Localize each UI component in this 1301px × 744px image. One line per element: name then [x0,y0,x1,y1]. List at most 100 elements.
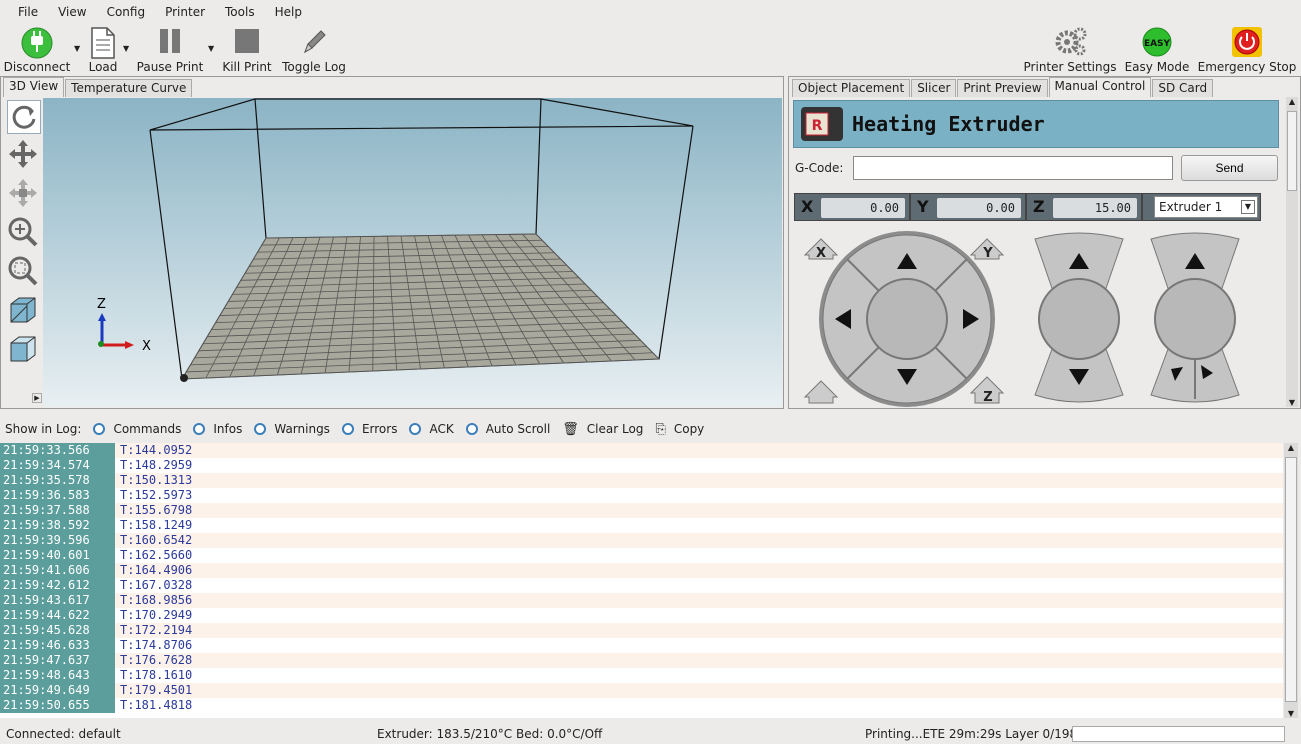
home-y-button[interactable]: Y [969,238,1005,261]
ack-radio[interactable] [409,423,422,435]
scroll-down-icon[interactable]: ▼ [1286,398,1298,407]
zoom-button[interactable] [7,216,41,250]
log-row[interactable]: 21:59:40.601 T:162.5660 [0,548,1283,563]
top-view-button[interactable] [7,294,41,328]
log-row[interactable]: 21:59:43.617 T:168.9856 [0,593,1283,608]
scroll-thumb[interactable] [1287,111,1297,191]
log-timestamp: 21:59:41.606 [0,563,115,578]
log-row[interactable]: 21:59:42.612 T:167.0328 [0,578,1283,593]
filter-commands[interactable]: Commands [93,422,181,436]
pause-dropdown-icon[interactable]: ▼ [208,44,214,53]
toggle-log-button[interactable]: Toggle Log [282,26,346,74]
x-value[interactable]: 0.00 [821,198,905,218]
menu-printer[interactable]: Printer [155,5,215,19]
y-label: Y [917,197,929,216]
clear-log-button[interactable]: 🗑 Clear Log [562,422,643,437]
zoom-fit-icon [8,256,38,286]
extruder-select[interactable]: Extruder 1 ▼ [1154,196,1258,218]
tab-object-placement[interactable]: Object Placement [792,79,911,97]
tab-3d-view[interactable]: 3D View [3,77,65,97]
build-volume-canvas[interactable]: Z X [43,98,782,407]
log-row[interactable]: 21:59:36.583 T:152.5973 [0,488,1283,503]
menu-config[interactable]: Config [97,5,156,19]
svg-text:Z: Z [983,390,992,405]
gcode-input[interactable] [853,156,1173,180]
log-row[interactable]: 21:59:41.606 T:164.4906 [0,563,1283,578]
xy-jog-pad[interactable] [819,231,995,407]
log-message: T:164.4906 [120,563,193,577]
move-object-icon [9,179,37,207]
home-x-button[interactable]: X [803,238,839,261]
menu-view[interactable]: View [48,5,96,19]
tab-temperature-curve[interactable]: Temperature Curve [65,79,193,97]
tab-manual-control[interactable]: Manual Control [1048,77,1152,97]
fit-view-button[interactable] [7,255,41,289]
log-row[interactable]: 21:59:46.633 T:174.8706 [0,638,1283,653]
log-row[interactable]: 21:59:37.588 T:155.6798 [0,503,1283,518]
log-timestamp: 21:59:40.601 [0,548,115,563]
emergency-stop-button[interactable]: Emergency Stop [1198,26,1296,74]
z-value[interactable]: 15.00 [1053,198,1137,218]
copy-button[interactable]: ⎘ Copy [655,422,704,437]
move-object-button[interactable] [7,177,41,211]
log-row[interactable]: 21:59:35.578 T:150.1313 [0,473,1283,488]
commands-radio[interactable] [93,423,106,435]
y-value[interactable]: 0.00 [937,198,1021,218]
z-label: Z [1033,197,1045,216]
log-row[interactable]: 21:59:50.655 T:181.4818 [0,698,1283,713]
log-row[interactable]: 21:59:45.628 T:172.2194 [0,623,1283,638]
auto-scroll-toggle[interactable]: Auto Scroll [465,422,550,436]
log-row[interactable]: 21:59:47.637 T:176.7628 [0,653,1283,668]
menu-tools[interactable]: Tools [215,5,265,19]
home-z-button[interactable]: Z [969,376,1005,405]
disconnect-dropdown-icon[interactable]: ▼ [74,44,80,53]
easy-mode-button[interactable]: EASY Easy Mode [1125,26,1189,74]
errors-radio[interactable] [341,423,354,435]
tab-sd-card[interactable]: SD Card [1152,79,1214,97]
log-scrollbar[interactable]: ▲ ▼ [1284,443,1298,718]
printer-settings-button[interactable]: Printer Settings [1024,26,1116,74]
tab-print-preview[interactable]: Print Preview [957,79,1048,97]
move-view-button[interactable] [7,138,41,172]
load-dropdown-icon[interactable]: ▼ [123,44,129,53]
infos-radio[interactable] [193,423,206,435]
log-row[interactable]: 21:59:38.592 T:158.1249 [0,518,1283,533]
home-all-button[interactable] [803,380,839,404]
load-button[interactable]: Load [86,26,120,74]
kill-print-button[interactable]: Kill Print [222,26,272,74]
scroll-up-icon[interactable]: ▲ [1286,97,1298,106]
filter-ack[interactable]: ACK [409,422,454,436]
disconnect-button[interactable]: Disconnect [4,26,70,74]
log-row[interactable]: 21:59:33.566 T:144.0952 [0,443,1283,458]
log-row[interactable]: 21:59:49.649 T:179.4501 [0,683,1283,698]
z-jog-control[interactable] [1034,232,1124,403]
extruder-jog-control[interactable] [1150,232,1240,403]
log-row[interactable]: 21:59:39.596 T:160.6542 [0,533,1283,548]
menu-file[interactable]: File [8,5,48,19]
expand-toolbar-icon[interactable]: ▶ [32,393,42,403]
log-scroll-down-icon[interactable]: ▼ [1284,709,1298,718]
svg-text:R: R [812,118,823,134]
tab-slicer[interactable]: Slicer [911,79,957,97]
send-button[interactable]: Send [1181,155,1278,181]
control-scrollbar[interactable]: ▲ ▼ [1286,97,1298,407]
3d-viewport[interactable]: Z X [43,98,782,407]
auto-scroll-radio[interactable] [465,423,478,435]
filter-infos[interactable]: Infos [193,422,242,436]
log-row[interactable]: 21:59:34.574 T:148.2959 [0,458,1283,473]
pause-print-button[interactable]: Pause Print [137,26,203,74]
front-view-button[interactable] [7,333,41,367]
log-row[interactable]: 21:59:44.622 T:170.2949 [0,608,1283,623]
filter-errors[interactable]: Errors [341,422,397,436]
rotate-view-button[interactable] [7,100,41,134]
log-scroll-up-icon[interactable]: ▲ [1284,443,1298,452]
log-scroll-thumb[interactable] [1285,457,1297,702]
log-timestamp: 21:59:47.637 [0,653,115,668]
copy-icon: ⎘ [655,421,666,437]
log-row[interactable]: 21:59:48.643 T:178.1610 [0,668,1283,683]
warnings-radio[interactable] [254,423,267,435]
menu-help[interactable]: Help [265,5,312,19]
filter-warnings[interactable]: Warnings [254,422,330,436]
svg-text:X: X [816,246,826,261]
log-list[interactable]: 21:59:33.566 T:144.0952 21:59:34.574 T:148.… [0,443,1283,718]
